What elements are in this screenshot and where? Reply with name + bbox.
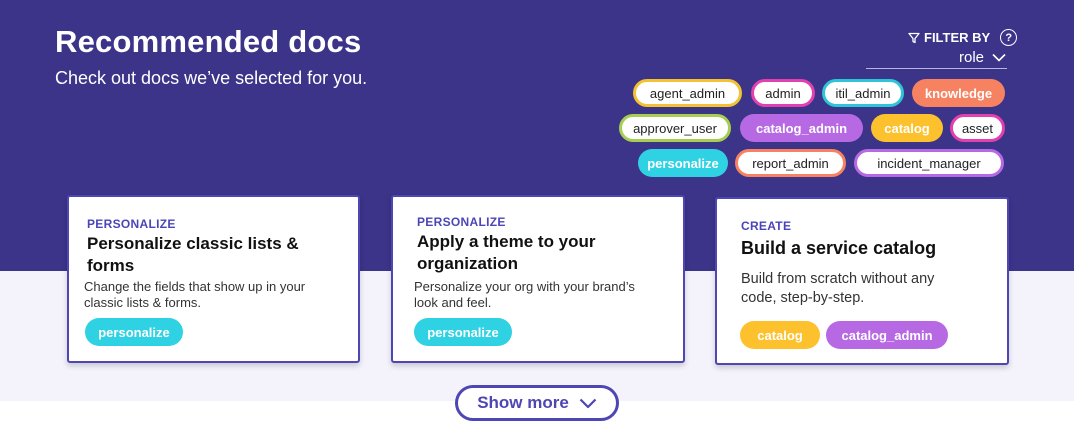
filter-tag-catalog-admin[interactable]: catalog_admin	[740, 114, 863, 142]
show-more-label: Show more	[477, 393, 569, 412]
filter-tag-admin[interactable]: admin	[751, 79, 815, 107]
help-icon[interactable]: ?	[1000, 29, 1018, 46]
card-description-line: code, step-by-step.	[741, 290, 865, 306]
card-title-line: Apply a theme to your	[417, 232, 596, 251]
card-description: Build from scratch without any code, ste…	[741, 270, 934, 308]
filter-tag-agent-admin[interactable]: agent_admin	[633, 79, 742, 107]
card-description-line: Personalize your org with your brand’s	[414, 279, 635, 294]
filter-icon	[908, 32, 920, 43]
filter-tag-itil-admin[interactable]: itil_admin	[822, 79, 904, 107]
card-tag-personalize[interactable]: personalize	[85, 318, 183, 346]
filter-selected-value: role	[958, 49, 984, 66]
filter-tag-incident-manager[interactable]: incident_manager	[854, 149, 1004, 177]
card-category: PERSONALIZE	[87, 217, 176, 231]
card-tag-catalog-admin[interactable]: catalog_admin	[826, 321, 948, 349]
card-description-line: Build from scratch without any	[741, 271, 935, 287]
filter-tag-personalize[interactable]: personalize	[638, 149, 728, 177]
filter-tag-report-admin[interactable]: report_admin	[735, 149, 846, 177]
card-description: Personalize your org with your brand’s l…	[414, 279, 635, 311]
doc-card-apply-theme[interactable]: PERSONALIZE Apply a theme to your organi…	[391, 195, 685, 363]
page-subtitle: Check out docs we’ve selected for you.	[55, 68, 368, 88]
card-title[interactable]: Build a service catalog	[741, 237, 936, 259]
chevron-down-icon	[992, 53, 1006, 62]
card-description-line: classic lists & forms.	[84, 295, 202, 310]
card-category: PERSONALIZE	[417, 215, 506, 229]
card-title[interactable]: Apply a theme to your organization	[417, 231, 596, 275]
card-category: CREATE	[741, 219, 792, 233]
card-tag-personalize[interactable]: personalize	[414, 318, 512, 346]
filter-tag-knowledge[interactable]: knowledge	[912, 79, 1005, 107]
filter-tag-approver-user[interactable]: approver_user	[619, 114, 731, 142]
doc-card-build-service-catalog[interactable]: CREATE Build a service catalog Build fro…	[715, 197, 1009, 365]
chevron-down-icon	[579, 398, 597, 408]
filter-tag-catalog[interactable]: catalog	[871, 114, 943, 142]
page-title: Recommended docs	[55, 24, 362, 59]
card-title-line: organization	[417, 254, 519, 273]
filter-role-select[interactable]: role	[866, 47, 1007, 69]
doc-card-personalize-lists[interactable]: PERSONALIZE Personalize classic lists & …	[67, 195, 360, 363]
card-description-line: Change the fields that show up in your	[84, 279, 306, 294]
card-description-line: look and feel.	[414, 295, 492, 310]
show-more-button[interactable]: Show more	[455, 385, 619, 421]
card-tag-catalog[interactable]: catalog	[740, 321, 820, 349]
card-title[interactable]: Personalize classic lists & forms	[87, 233, 299, 277]
card-description: Change the fields that show up in your c…	[84, 279, 305, 311]
filter-tag-asset[interactable]: asset	[950, 114, 1005, 142]
card-title-line: forms	[87, 256, 135, 275]
filter-by-label: FILTER BY ?	[908, 29, 1018, 46]
card-title-line: Personalize classic lists &	[87, 234, 299, 253]
card-title-line: Build a service catalog	[741, 238, 937, 258]
filter-by-text: FILTER BY	[924, 30, 991, 45]
